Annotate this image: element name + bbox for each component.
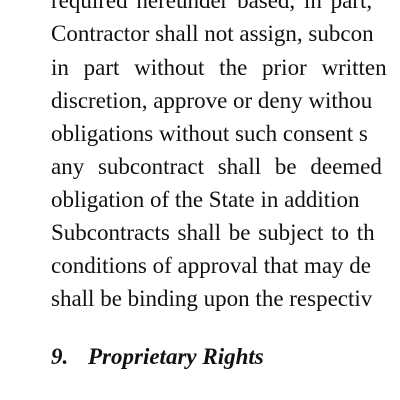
body-text-line: discretion, approve or deny withou (51, 88, 373, 113)
body-text-line: required hereunder based, in part, (51, 0, 373, 13)
body-text-line: obligations without such consent s (51, 121, 368, 146)
body-text-line: shall be binding upon the respectiv (51, 286, 373, 311)
section-number: 9. (51, 344, 69, 369)
body-text-line: conditions of approval that may de (51, 253, 372, 278)
document-page: required hereunder based, in part, Contr… (0, 0, 400, 400)
section-title: Proprietary Rights (88, 344, 264, 369)
body-text-line: in part without the prior written (51, 55, 387, 80)
body-text-line: Contractor shall not assign, subcon (51, 21, 374, 46)
body-text-line: Subcontracts shall be subject to th (51, 220, 375, 245)
section-heading: 9. Proprietary Rights (51, 342, 264, 372)
body-text-line: obligation of the State in addition (51, 187, 360, 212)
body-text-line: any subcontract shall be deemed (51, 154, 382, 179)
